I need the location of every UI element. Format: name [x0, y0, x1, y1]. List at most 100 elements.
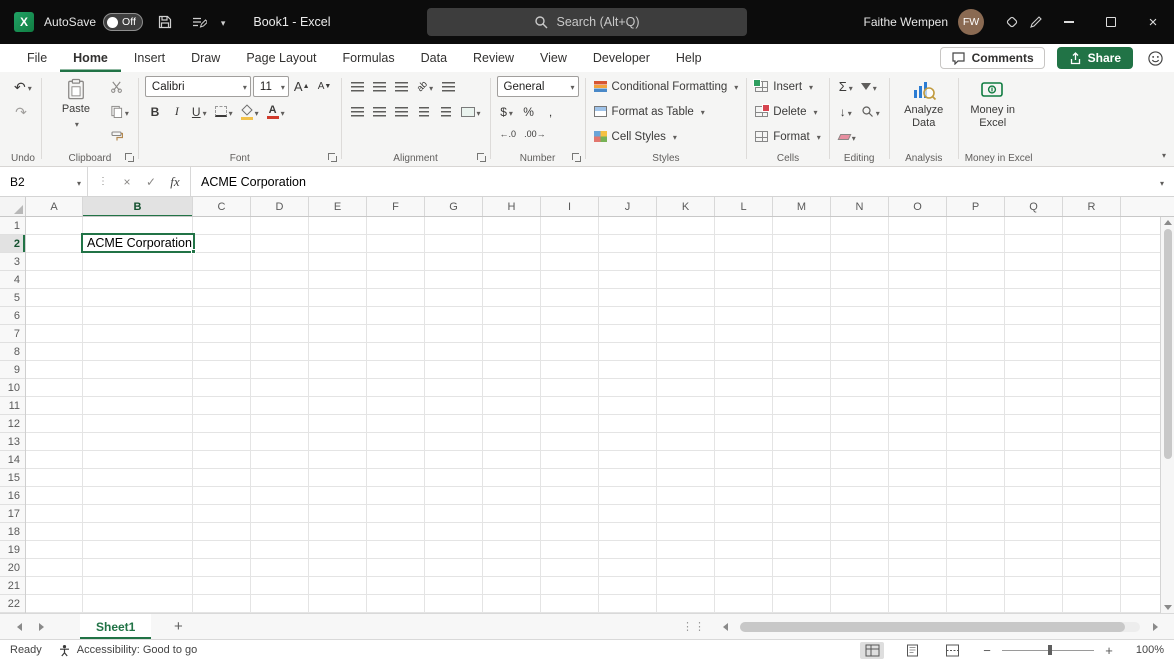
- increase-decimal-button[interactable]: ←.0: [497, 123, 520, 144]
- zoom-level[interactable]: 100%: [1132, 644, 1164, 656]
- sort-filter-button[interactable]: [858, 76, 880, 97]
- row-header[interactable]: 20: [0, 559, 25, 577]
- sheet-nav-left-button[interactable]: [8, 614, 30, 639]
- bold-button[interactable]: B: [145, 101, 165, 122]
- borders-button[interactable]: [212, 101, 236, 122]
- redo-button[interactable]: ↷: [11, 101, 31, 122]
- underline-button[interactable]: U: [189, 101, 210, 122]
- excel-app-icon[interactable]: X: [14, 12, 34, 32]
- accessibility-status[interactable]: Accessibility: Good to go: [58, 644, 197, 657]
- column-header[interactable]: P: [947, 197, 1005, 216]
- zoom-slider[interactable]: [1002, 644, 1094, 656]
- wrap-text-button[interactable]: [438, 76, 458, 97]
- ribbon-tab[interactable]: Help: [663, 44, 715, 72]
- feedback-smiley-icon[interactable]: [1147, 50, 1164, 67]
- clear-button[interactable]: [836, 126, 859, 147]
- select-all-button[interactable]: [0, 197, 26, 216]
- zoom-out-button[interactable]: −: [980, 643, 994, 658]
- column-header[interactable]: K: [657, 197, 715, 216]
- row-header[interactable]: 6: [0, 307, 25, 325]
- autosum-button[interactable]: Σ: [836, 76, 856, 97]
- column-header[interactable]: Q: [1005, 197, 1063, 216]
- column-header[interactable]: G: [425, 197, 483, 216]
- increase-font-size-button[interactable]: A ▲: [291, 76, 313, 97]
- italic-button[interactable]: I: [167, 101, 187, 122]
- font-color-button[interactable]: A: [264, 101, 288, 122]
- copy-button[interactable]: [107, 101, 132, 122]
- ribbon-tab[interactable]: Review: [460, 44, 527, 72]
- sheet-nav-right-button[interactable]: [30, 614, 52, 639]
- row-header[interactable]: 9: [0, 361, 25, 379]
- row-header[interactable]: 22: [0, 595, 25, 613]
- hscroll-right-button[interactable]: [1144, 614, 1166, 639]
- collapse-ribbon-chevron-icon[interactable]: [1160, 147, 1166, 161]
- row-header[interactable]: 8: [0, 343, 25, 361]
- column-header[interactable]: L: [715, 197, 773, 216]
- quick-access-chevron-icon[interactable]: [221, 15, 226, 29]
- new-sheet-button[interactable]: +: [165, 614, 191, 639]
- format-painter-button[interactable]: [107, 126, 127, 147]
- column-header[interactable]: C: [193, 197, 251, 216]
- insert-function-button[interactable]: fx: [164, 171, 186, 193]
- user-name[interactable]: Faithe Wempen: [864, 15, 949, 29]
- column-header[interactable]: J: [599, 197, 657, 216]
- align-center-button[interactable]: [370, 101, 390, 122]
- formula-bar-grip[interactable]: ⋮: [92, 171, 114, 193]
- ribbon-tab[interactable]: File: [14, 44, 60, 72]
- autosave-toggle[interactable]: Off: [103, 13, 143, 31]
- accounting-format-button[interactable]: $: [497, 101, 517, 122]
- decrease-font-size-button[interactable]: A ▼: [315, 76, 335, 97]
- undo-button[interactable]: ↶: [11, 76, 35, 97]
- sheet-tab-sheet1[interactable]: Sheet1: [80, 614, 152, 639]
- horizontal-scrollbar[interactable]: [740, 621, 1140, 632]
- ribbon-tab[interactable]: View: [527, 44, 580, 72]
- ribbon-tab[interactable]: Draw: [178, 44, 233, 72]
- format-cells-button[interactable]: Format: [753, 125, 822, 148]
- scroll-up-icon[interactable]: [1163, 220, 1172, 225]
- merge-center-button[interactable]: [458, 101, 484, 122]
- column-header[interactable]: N: [831, 197, 889, 216]
- column-header[interactable]: R: [1063, 197, 1121, 216]
- comma-style-button[interactable]: ,: [541, 101, 561, 122]
- column-header[interactable]: A: [26, 197, 83, 216]
- column-header[interactable]: H: [483, 197, 541, 216]
- confirm-entry-button[interactable]: ✓: [140, 171, 162, 193]
- decrease-indent-button[interactable]: [414, 101, 434, 122]
- zoom-slider-thumb[interactable]: [1048, 645, 1052, 655]
- row-header[interactable]: 11: [0, 397, 25, 415]
- vertical-scrollbar-thumb[interactable]: [1163, 229, 1172, 459]
- row-header[interactable]: 1: [0, 217, 25, 235]
- ribbon-tab[interactable]: Data: [408, 44, 460, 72]
- row-header[interactable]: 5: [0, 289, 25, 307]
- vertical-scrollbar[interactable]: [1160, 217, 1174, 613]
- find-select-button[interactable]: [858, 101, 883, 122]
- formula-input[interactable]: ACME Corporation: [191, 167, 1148, 196]
- zoom-in-button[interactable]: +: [1102, 643, 1116, 658]
- cancel-entry-button[interactable]: ×: [116, 171, 138, 193]
- row-header[interactable]: 16: [0, 487, 25, 505]
- column-header[interactable]: M: [773, 197, 831, 216]
- row-header[interactable]: 10: [0, 379, 25, 397]
- ribbon-tab[interactable]: Insert: [121, 44, 178, 72]
- cut-button[interactable]: [107, 76, 127, 97]
- delete-cells-button[interactable]: Delete: [753, 100, 819, 123]
- ribbon-tab[interactable]: Formulas: [330, 44, 408, 72]
- avatar[interactable]: FW: [958, 9, 984, 35]
- column-header[interactable]: E: [309, 197, 367, 216]
- cell-styles-button[interactable]: Cell Styles: [592, 125, 679, 148]
- percent-style-button[interactable]: %: [519, 101, 539, 122]
- autosave-control[interactable]: AutoSave Off: [44, 13, 143, 31]
- column-header[interactable]: I: [541, 197, 599, 216]
- row-header[interactable]: 15: [0, 469, 25, 487]
- conditional-formatting-button[interactable]: Conditional Formatting: [592, 75, 741, 98]
- fill-handle[interactable]: [191, 249, 196, 254]
- number-dialog-launcher[interactable]: [571, 153, 581, 162]
- row-header[interactable]: 21: [0, 577, 25, 595]
- column-header[interactable]: D: [251, 197, 309, 216]
- ribbon-tab[interactable]: Page Layout: [233, 44, 329, 72]
- row-header[interactable]: 7: [0, 325, 25, 343]
- name-box[interactable]: B2: [0, 167, 88, 196]
- font-name-select[interactable]: Calibri: [144, 76, 251, 97]
- font-dialog-launcher[interactable]: [327, 153, 337, 162]
- customize-quick-access-icon[interactable]: [187, 10, 211, 34]
